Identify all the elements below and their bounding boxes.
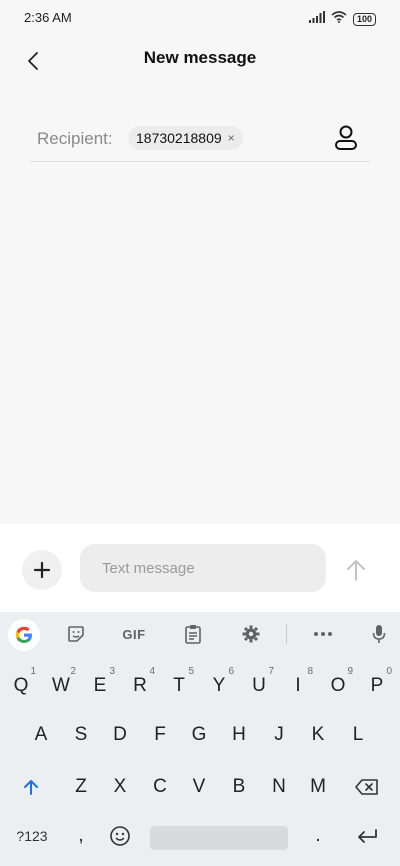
key-n[interactable]: N	[260, 769, 298, 805]
battery-indicator: 100	[352, 12, 376, 26]
google-icon[interactable]	[8, 619, 40, 651]
signal-icon	[308, 10, 325, 28]
key-c[interactable]: C	[141, 769, 179, 805]
key-q[interactable]: Q1	[2, 666, 40, 704]
backspace-icon	[355, 779, 378, 795]
key-p[interactable]: P0	[358, 666, 396, 704]
recipient-row[interactable]: Recipient: 18730218809 ×	[30, 118, 370, 162]
microphone-icon[interactable]	[363, 620, 395, 648]
key-h[interactable]: H	[220, 717, 258, 753]
message-input[interactable]	[80, 544, 326, 592]
send-button[interactable]	[338, 552, 374, 588]
key-m[interactable]: M	[299, 769, 337, 805]
status-time: 2:36 AM	[24, 10, 72, 25]
period-key[interactable]: .	[299, 818, 337, 854]
space-bar[interactable]	[150, 826, 288, 850]
settings-gear-icon[interactable]	[235, 620, 267, 648]
key-u[interactable]: U7	[240, 666, 278, 704]
key-x[interactable]: X	[101, 769, 139, 805]
attach-button[interactable]	[22, 550, 62, 590]
send-arrow-icon	[347, 560, 365, 581]
emoji-key[interactable]	[101, 818, 139, 854]
contact-icon	[335, 125, 357, 150]
sticker-icon[interactable]	[60, 620, 92, 648]
key-w[interactable]: W2	[42, 666, 80, 704]
key-y[interactable]: Y6	[200, 666, 238, 704]
recipient-chip-number: 18730218809	[136, 130, 222, 146]
wifi-icon	[331, 10, 347, 28]
key-t[interactable]: T5	[160, 666, 198, 704]
key-l[interactable]: L	[339, 717, 377, 753]
key-i[interactable]: I8	[279, 666, 317, 704]
keyboard-toolbar: GIF	[0, 612, 400, 656]
recipient-label: Recipient:	[37, 129, 113, 148]
key-e[interactable]: E3	[81, 666, 119, 704]
more-options-icon[interactable]	[307, 620, 339, 648]
key-j[interactable]: J	[260, 717, 298, 753]
shift-key[interactable]	[12, 769, 50, 805]
key-k[interactable]: K	[299, 717, 337, 753]
plus-icon	[33, 561, 51, 579]
emoji-icon	[110, 826, 130, 846]
key-o[interactable]: O9	[319, 666, 357, 704]
enter-arrow-icon	[358, 829, 377, 843]
gif-button[interactable]: GIF	[118, 620, 150, 648]
shift-arrow-icon	[24, 780, 38, 795]
clipboard-icon[interactable]	[177, 620, 209, 648]
key-v[interactable]: V	[180, 769, 218, 805]
key-d[interactable]: D	[101, 717, 139, 753]
key-a[interactable]: A	[22, 717, 60, 753]
symbols-key[interactable]: ?123	[10, 818, 54, 854]
status-bar: 2:36 AM 100	[0, 0, 400, 36]
key-g[interactable]: G	[180, 717, 218, 753]
backspace-key[interactable]	[348, 769, 386, 805]
app-bar: New message	[0, 36, 400, 86]
key-z[interactable]: Z	[62, 769, 100, 805]
toolbar-divider	[286, 624, 287, 644]
key-s[interactable]: S	[62, 717, 100, 753]
enter-key[interactable]	[348, 818, 386, 854]
compose-bar	[0, 524, 400, 612]
page-title: New message	[143, 48, 257, 67]
recipient-chip[interactable]: 18730218809 ×	[128, 126, 243, 150]
status-icons: 100	[308, 10, 376, 28]
keyboard: GIF Q 1 W 2 E 3 R 4 T 5 Y 6 U 7 I 8 O 9 …	[0, 612, 400, 866]
add-contact-button[interactable]	[332, 124, 360, 152]
key-r[interactable]: R4	[121, 666, 159, 704]
key-b[interactable]: B	[220, 769, 258, 805]
key-f[interactable]: F	[141, 717, 179, 753]
comma-key[interactable]: ,	[62, 818, 100, 854]
remove-recipient-icon[interactable]: ×	[228, 131, 235, 145]
